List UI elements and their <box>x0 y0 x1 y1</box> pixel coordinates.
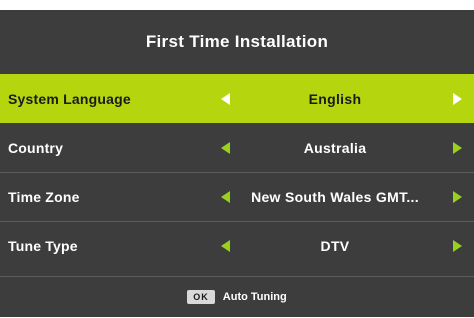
setting-label: System Language <box>8 90 131 107</box>
setting-system-language[interactable]: System Language English <box>0 74 474 123</box>
setting-tune-type[interactable]: Tune Type DTV <box>0 221 474 270</box>
arrow-right-icon[interactable] <box>453 92 462 105</box>
arrow-right-icon[interactable] <box>453 191 462 203</box>
arrow-left-icon[interactable] <box>221 92 230 105</box>
settings-list: System Language English Country Australi… <box>0 74 474 270</box>
menu-title: First Time Installation <box>145 32 329 51</box>
ok-key-icon[interactable]: OK <box>187 290 215 304</box>
arrow-right-icon[interactable] <box>453 141 462 154</box>
setting-label: Country <box>8 139 64 156</box>
setting-value: New South Wales GMT... <box>251 189 419 205</box>
setting-label: Tune Type <box>8 238 78 254</box>
arrow-right-icon[interactable] <box>453 240 462 252</box>
installation-menu: First Time Installation System Language … <box>0 10 474 317</box>
arrow-left-icon[interactable] <box>221 191 230 203</box>
footer-action-label: Auto Tuning <box>222 291 287 303</box>
setting-country[interactable]: Country Australia <box>0 123 474 172</box>
footer-hint: OK Auto Tuning <box>0 276 474 317</box>
setting-value: English <box>308 90 362 107</box>
setting-label: Time Zone <box>8 189 80 205</box>
arrow-left-icon[interactable] <box>221 141 230 154</box>
setting-time-zone[interactable]: Time Zone New South Wales GMT... <box>0 172 474 221</box>
setting-value: DTV <box>320 238 350 254</box>
arrow-left-icon[interactable] <box>221 240 230 252</box>
setting-value: Australia <box>303 139 367 156</box>
